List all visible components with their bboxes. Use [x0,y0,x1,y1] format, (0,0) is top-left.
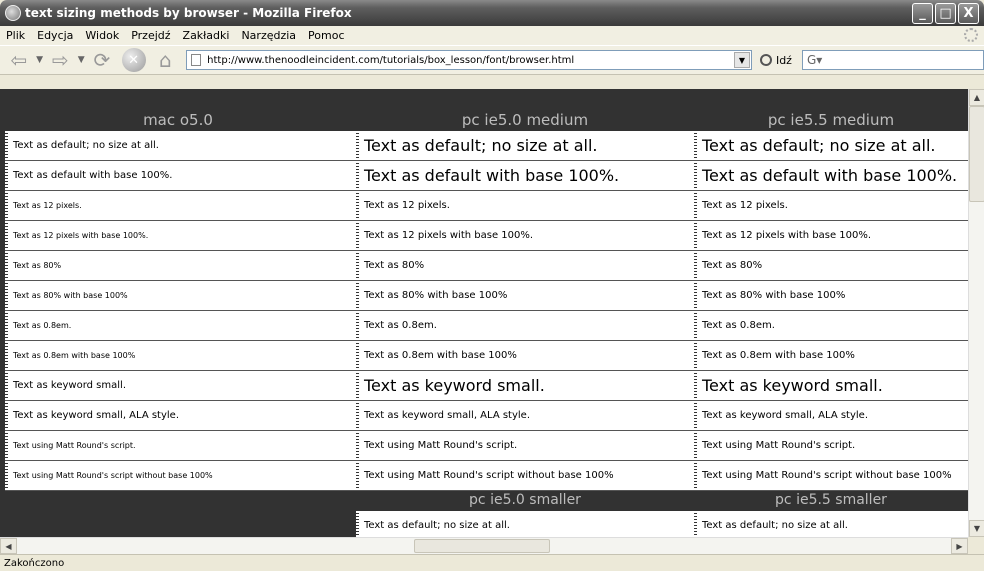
scroll-down-icon[interactable]: ▼ [969,520,984,537]
column-pc-ie50-medium: pc ie5.0 medium Text as default; no size… [356,89,694,537]
column-header: mac o5.0 [0,89,356,131]
vertical-scrollbar[interactable]: ▲ ▼ [968,89,984,537]
page-icon [191,54,202,66]
table-cell: Text using Matt Round's script. [694,431,968,461]
table-cell: Text as 0.8em. [5,311,356,341]
table-cell: Text as 80% with base 100% [356,281,694,311]
url-text: http://www.thenoodleincident.com/tutoria… [207,54,575,66]
back-dropdown-icon[interactable]: ▼ [34,48,46,72]
table-cell: Text as 12 pixels with base 100%. [356,221,694,251]
column-header: pc ie5.5 medium [694,89,968,131]
table-cell: Text as default with base 100%. [694,161,968,191]
scroll-up-icon[interactable]: ▲ [969,89,984,106]
minimize-button[interactable]: _ [912,3,933,24]
status-text: Zakończono [4,557,65,569]
table-cell: Text as 80% with base 100% [5,281,356,311]
forward-arrow-icon[interactable]: ⇨ [46,48,76,72]
table-cell: Text as 0.8em with base 100% [694,341,968,371]
table-cell: Text as 80% [694,251,968,281]
column-header: pc ie5.0 smaller [356,491,694,511]
table-cell: Text as 0.8em. [356,311,694,341]
scroll-left-icon[interactable]: ◀ [0,538,17,554]
table-cell: Text as keyword small, ALA style. [5,401,356,431]
search-engine-icon[interactable]: G▾ [807,53,822,67]
table-cell: Text as 0.8em. [694,311,968,341]
go-icon [759,54,772,66]
table-cell: Text as default; no size at all. [5,131,356,161]
vertical-scroll-thumb[interactable] [969,106,984,202]
menu-narzedzia[interactable]: Narzędzia [241,29,296,42]
throbber-icon [964,28,978,42]
table-cell: Text as 80% [5,251,356,281]
navigation-toolbar: ⇦ ▼ ⇨ ▼ ⟳ ✕ ⌂ http://www.thenoodleincide… [0,45,984,75]
table-cell: Text as default with base 100%. [5,161,356,191]
search-input[interactable]: G▾ [801,50,984,70]
table-cell: Text as 12 pixels with base 100%. [5,221,356,251]
table-cell: Text as default; no size at all. [694,131,968,161]
status-bar: Zakończono [0,554,984,571]
column-pc-ie55-medium: pc ie5.5 medium Text as default; no size… [694,89,968,537]
table-cell: Text as 0.8em with base 100% [356,341,694,371]
url-dropdown-icon[interactable]: ▼ [733,52,750,68]
close-button[interactable]: X [958,3,979,24]
menu-przejdz[interactable]: Przejdź [131,29,170,42]
menu-zakladki[interactable]: Zakładki [183,29,230,42]
maximize-button[interactable]: □ [935,3,956,24]
table-cell: Text as keyword small, ALA style. [694,401,968,431]
back-arrow-icon[interactable]: ⇦ [4,48,34,72]
table-cell: Text as default; no size at all. [694,511,968,537]
table-cell: Text as default; no size at all. [356,131,694,161]
table-cell: Text using Matt Round's script without b… [694,461,968,491]
table-cell: Text as default; no size at all. [356,511,694,537]
table-cell: Text using Matt Round's script. [356,431,694,461]
menu-edycja[interactable]: Edycja [37,29,73,42]
table-cell: Text using Matt Round's script. [5,431,356,461]
table-cell: Text as 12 pixels. [5,191,356,221]
window-title: text sizing methods by browser - Mozilla… [25,6,352,20]
table-cell: Text as 0.8em with base 100% [5,341,356,371]
table-cell: Text using Matt Round's script without b… [5,461,356,491]
menu-pomoc[interactable]: Pomoc [308,29,344,42]
table-cell: Text as keyword small. [5,371,356,401]
home-icon[interactable]: ⌂ [151,48,181,72]
horizontal-scrollbar[interactable]: ◀ ▶ [0,537,968,554]
firefox-icon [5,5,21,21]
table-cell: Text as default with base 100%. [356,161,694,191]
menu-widok[interactable]: Widok [85,29,119,42]
column-header: pc ie5.5 smaller [694,491,968,511]
reload-icon[interactable]: ⟳ [87,48,117,72]
table-cell: Text as keyword small. [694,371,968,401]
forward-dropdown-icon[interactable]: ▼ [75,48,87,72]
page-content: mac o5.0 Text as default; no size at all… [0,89,968,537]
horizontal-scroll-thumb[interactable] [414,539,550,553]
table-cell: Text as 12 pixels. [694,191,968,221]
column-mac-o5: mac o5.0 Text as default; no size at all… [0,89,356,537]
title-bar: text sizing methods by browser - Mozilla… [0,0,984,26]
stop-icon[interactable]: ✕ [121,48,146,72]
table-cell: Text as 12 pixels with base 100%. [694,221,968,251]
table-cell: Text as keyword small. [356,371,694,401]
table-cell: Text as keyword small, ALA style. [356,401,694,431]
column-header: pc ie5.0 medium [356,89,694,131]
go-label: Idź [775,53,792,67]
table-cell: Text as 12 pixels. [356,191,694,221]
scroll-right-icon[interactable]: ▶ [951,538,968,554]
menu-plik[interactable]: Plik [6,29,25,42]
go-button[interactable]: Idź [759,53,792,67]
url-bar[interactable]: http://www.thenoodleincident.com/tutoria… [186,50,752,70]
menu-bar: Plik Edycja Widok Przejdź Zakładki Narzę… [0,26,984,45]
table-cell: Text using Matt Round's script without b… [356,461,694,491]
table-cell: Text as 80% with base 100% [694,281,968,311]
table-cell: Text as 80% [356,251,694,281]
